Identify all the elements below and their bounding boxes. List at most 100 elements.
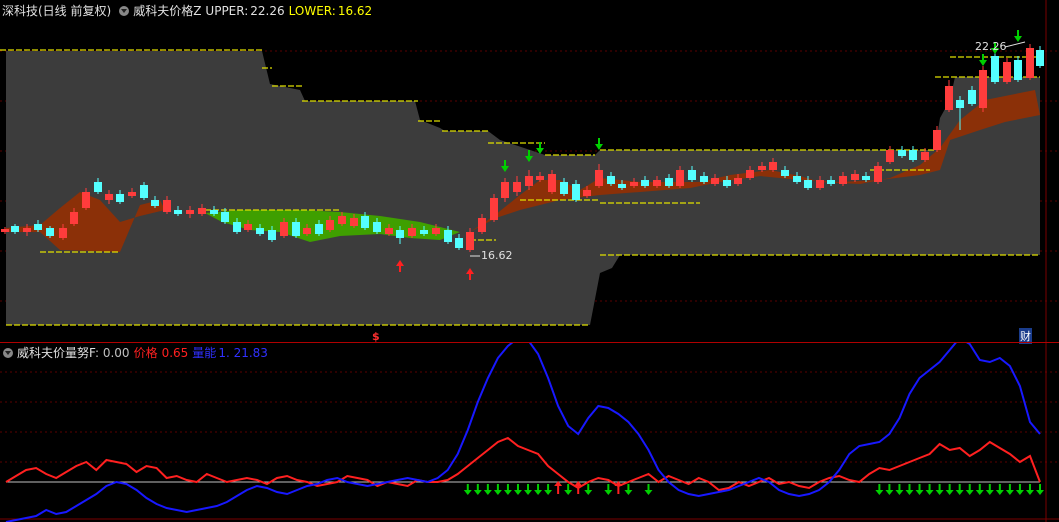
candle-body [758, 166, 766, 170]
candle-body [490, 198, 498, 220]
candle-body [326, 220, 334, 230]
candle-body [991, 56, 999, 82]
buy-signal-arrow-icon [644, 490, 653, 495]
candle-body [560, 182, 568, 194]
candle-body [862, 176, 870, 180]
candle-body [827, 180, 835, 184]
candle-body [700, 176, 708, 182]
price-chart[interactable] [0, 0, 1059, 343]
trading-range-band [6, 42, 1040, 325]
candle-body [268, 230, 276, 240]
candle-body [618, 184, 626, 188]
candle-body [385, 228, 393, 234]
buy-signal-arrow-icon [925, 490, 934, 495]
candle-body [1003, 62, 1011, 82]
buy-signal-arrow-icon [524, 490, 533, 495]
candle-body [338, 216, 346, 224]
buy-signal-arrow-icon [905, 490, 914, 495]
candle-body [711, 178, 719, 184]
candle-body [128, 192, 136, 196]
candle-body [303, 228, 311, 234]
sell-arrow-icon [979, 60, 987, 66]
low-price-label: 16.62 [481, 249, 513, 262]
candle-body [455, 238, 463, 248]
candle-body [501, 182, 509, 198]
candle-body [1, 229, 9, 232]
buy-signal-arrow-icon [513, 490, 522, 495]
buy-signal-arrow-icon [463, 490, 472, 495]
candle-body [513, 182, 521, 192]
indicator-chart[interactable] [0, 343, 1059, 522]
candle-body [525, 176, 533, 186]
buy-signal-arrow-icon [1025, 490, 1034, 495]
candle-body [688, 170, 696, 180]
candle-body [1036, 50, 1044, 66]
buy-signal-arrow-icon [493, 490, 502, 495]
candle-body [361, 216, 369, 228]
candle-body [244, 224, 252, 230]
high-price-label: 22.26 [975, 40, 1007, 53]
candle-body [1014, 60, 1022, 80]
buy-signal-arrow-icon [945, 490, 954, 495]
candle-body [151, 200, 159, 206]
candle-body [536, 176, 544, 180]
candle-body [396, 230, 404, 238]
candle-body [94, 182, 102, 192]
candle-body [921, 152, 929, 160]
candle-body [186, 210, 194, 214]
candle-body [839, 176, 847, 184]
candle-body [956, 100, 964, 108]
candle-body [408, 228, 416, 236]
candle-body [140, 185, 148, 198]
candle-body [280, 222, 288, 236]
candle-body [595, 170, 603, 186]
candle-body [583, 190, 591, 196]
candle-body [548, 174, 556, 192]
candle-body [420, 230, 428, 234]
candle-body [478, 218, 486, 232]
candle-body [174, 210, 182, 214]
candle-body [723, 180, 731, 186]
buy-signal-arrow-icon [604, 490, 613, 495]
candle-body [34, 224, 42, 230]
candle-body [23, 228, 31, 232]
buy-signal-arrow-icon [473, 490, 482, 495]
candle-body [1026, 48, 1034, 78]
candle-body [221, 212, 229, 222]
candle-body [350, 218, 358, 226]
buy-signal-arrow-icon [875, 490, 884, 495]
candle-body [444, 230, 452, 242]
candle-body [676, 170, 684, 186]
candle-body [59, 228, 67, 238]
candle-body [746, 170, 754, 178]
buy-signal-arrow-icon [885, 490, 894, 495]
candle-body [630, 182, 638, 186]
candle-body [315, 224, 323, 234]
candle-body [116, 194, 124, 202]
buy-signal-arrow-icon [955, 490, 964, 495]
candle-body [607, 176, 615, 184]
candle-body [210, 210, 218, 214]
buy-signal-arrow-icon [503, 490, 512, 495]
buy-signal-arrow-icon [483, 490, 492, 495]
sell-arrow-icon [595, 144, 603, 150]
candle-body [82, 192, 90, 208]
candle-body [781, 170, 789, 176]
buy-signal-arrow-icon [564, 490, 573, 495]
high-pointer-line [1004, 41, 1026, 48]
candle-body [886, 150, 894, 162]
candle-body [466, 232, 474, 250]
buy-signal-arrow-icon [975, 490, 984, 495]
buy-signal-arrow-icon [995, 490, 1004, 495]
candle-body [11, 226, 19, 232]
candle-body [874, 166, 882, 182]
candle-body [909, 150, 917, 160]
candle-body [641, 180, 649, 186]
candle-body [945, 86, 953, 110]
candle-body [793, 176, 801, 182]
candle-body [665, 178, 673, 186]
candle-body [373, 222, 381, 232]
buy-signal-arrow-icon [1005, 490, 1014, 495]
buy-signal-arrow-icon [915, 490, 924, 495]
buy-signal-arrow-icon [544, 490, 553, 495]
